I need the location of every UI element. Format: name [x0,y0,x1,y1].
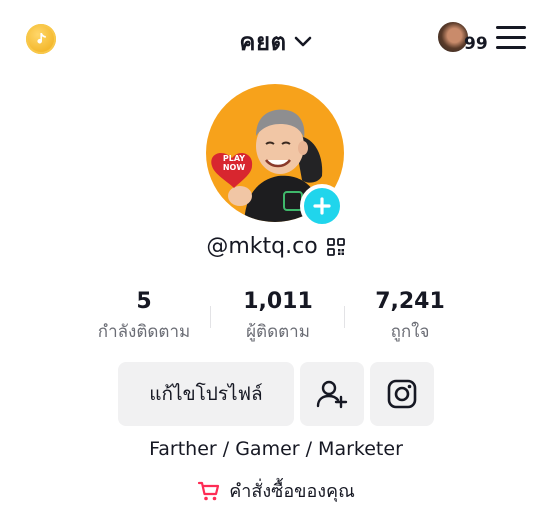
your-orders-label: คำสั่งซื้อของคุณ [229,481,355,502]
followers-label: ผู้ติดตาม [246,322,310,342]
your-orders-link[interactable]: คำสั่งซื้อของคุณ [0,476,552,505]
username[interactable]: @mktq.co [206,234,317,259]
qr-code-icon[interactable] [326,237,346,257]
following-count: 5 [136,289,152,314]
stat-likes[interactable]: 7,241 ถูกใจ [352,288,468,344]
username-row: @mktq.co [0,234,552,259]
stat-following[interactable]: 5 กำลังติดตาม [86,288,202,344]
avatar-badge-text: PLAY NOW [222,154,246,172]
profile-stats: 5 กำลังติดตาม 1,011 ผู้ติดตาม 7,241 ถูกใ… [86,288,466,348]
top-bar: คยต 99 [0,0,552,76]
instagram-button[interactable] [370,362,434,426]
instagram-icon [387,379,417,409]
profile-bio: Farther / Gamer / Marketer [149,438,403,460]
add-user-icon [316,380,348,409]
account-title: คยต [239,28,287,56]
friends-count-badge: 99 [464,34,488,54]
friends-activity-button[interactable]: 99 [436,20,488,56]
followers-count: 1,011 [243,289,313,314]
following-label: กำลังติดตาม [97,322,191,342]
hamburger-menu-icon[interactable] [496,24,526,50]
edit-profile-button[interactable]: แก้ไขโปรไฟล์ [118,362,294,426]
stat-divider [344,306,345,328]
chevron-down-icon [293,35,313,49]
add-friends-button[interactable] [300,362,364,426]
add-story-button[interactable] [300,184,344,228]
shopping-cart-icon [198,481,220,500]
stat-divider [210,306,211,328]
likes-label: ถูกใจ [390,322,430,342]
likes-count: 7,241 [375,289,445,314]
profile-avatar-area: PLAY NOW [206,84,348,228]
stat-followers[interactable]: 1,011 ผู้ติดตาม [218,288,338,344]
plus-icon [313,197,331,215]
